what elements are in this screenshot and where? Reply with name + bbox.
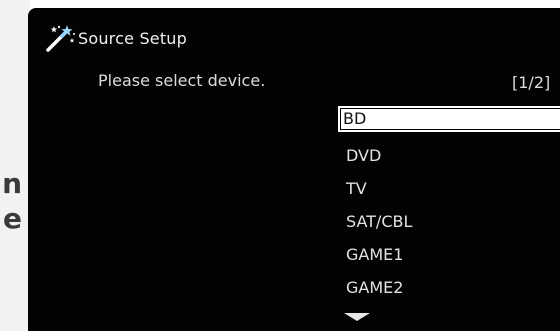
screen-header: Source Setup [42, 22, 187, 54]
side-text-fragment: e [3, 205, 22, 233]
magic-wand-icon [46, 25, 75, 52]
device-option-game1[interactable]: GAME1 [338, 238, 560, 271]
arrow-down-icon[interactable] [344, 313, 370, 321]
left-margin: n e [0, 0, 30, 331]
device-option-game2[interactable]: GAME2 [338, 271, 560, 304]
instruction-text: Please select device. [98, 71, 266, 90]
device-option-sat-cbl[interactable]: SAT/CBL [338, 205, 560, 238]
device-option-bd[interactable]: BD [338, 106, 560, 132]
side-text-fragment: n [2, 170, 22, 198]
device-list: BD DVD TV SAT/CBL GAME1 GAME2 [338, 106, 560, 304]
device-option-dvd[interactable]: DVD [338, 139, 560, 172]
page-indicator: [1/2] [512, 73, 551, 92]
device-option-tv[interactable]: TV [338, 172, 560, 205]
source-setup-screen: Source Setup Please select device. [1/2]… [28, 8, 560, 331]
screen-title: Source Setup [78, 28, 188, 48]
